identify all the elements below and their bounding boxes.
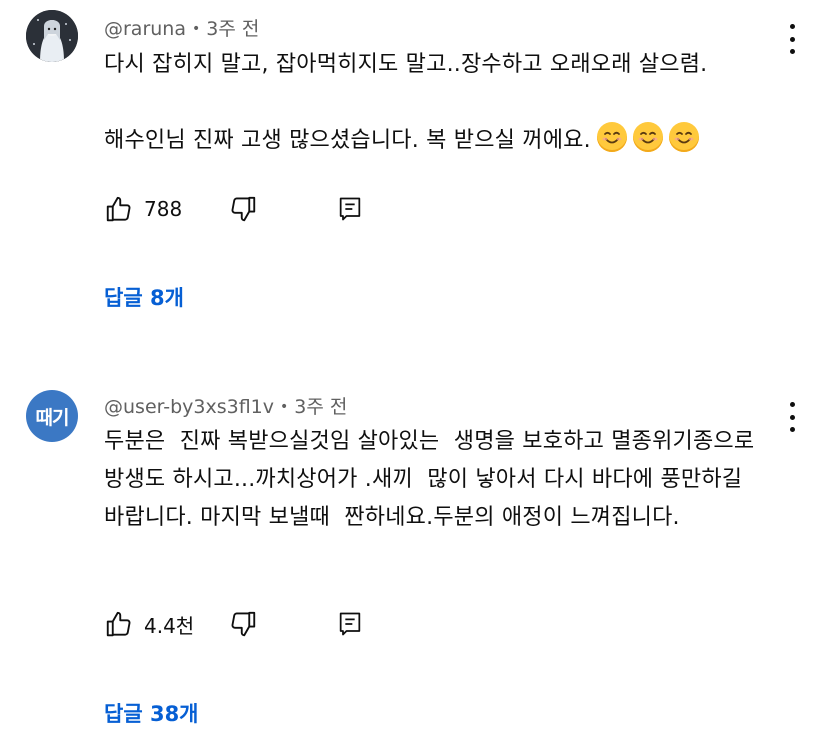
comment-time[interactable]: 3주 전 (206, 18, 259, 40)
username[interactable]: @raruna (104, 18, 186, 40)
reply-button[interactable] (336, 192, 364, 226)
smiling-face-icon (596, 122, 627, 152)
smiling-face-icon (668, 122, 699, 152)
view-replies-button[interactable]: 답글 8개 (104, 282, 184, 312)
more-options-icon[interactable] (788, 24, 796, 54)
comment-meta: @raruna • 3주 전 (104, 14, 259, 41)
comment-actions: 788 (104, 192, 404, 226)
separator-dot: • (192, 21, 201, 37)
comment-meta: @user-by3xs3fl1v • 3주 전 (104, 392, 347, 419)
comment-reply-icon (339, 197, 361, 221)
like-button[interactable]: 788 (104, 192, 182, 226)
thumbs-up-icon (106, 196, 131, 222)
user-avatar-icon (26, 10, 78, 62)
reply-button[interactable] (336, 607, 364, 641)
comment: @raruna • 3주 전 다시 잡히지 말고, 잡아먹히지도 말고..장수하고 … (0, 0, 840, 340)
user-avatar[interactable] (26, 10, 78, 62)
thumbs-down-icon (231, 611, 256, 637)
separator-dot: • (280, 399, 289, 415)
comment-reply-icon (339, 612, 361, 636)
dislike-button[interactable] (228, 607, 258, 641)
username[interactable]: @user-by3xs3fl1v (104, 396, 274, 418)
smiling-face-icon (632, 122, 663, 152)
more-options-icon[interactable] (788, 402, 796, 432)
like-count: 788 (144, 197, 183, 221)
comment-text: 두분은 진짜 복받으실것임 살아있는 생명을 보호하고 멸종위기종으로 방생도 … (104, 429, 762, 530)
like-button[interactable]: 4.4천 (104, 607, 194, 641)
comment: 때기 @user-by3xs3fl1v • 3주 전 두분은 진짜 복받으실것임 살… (0, 380, 840, 736)
thumbs-down-icon (231, 196, 256, 222)
like-count: 4.4천 (144, 613, 195, 638)
thumbs-up-icon (106, 611, 131, 637)
user-avatar[interactable]: 때기 (26, 390, 78, 442)
comment-actions: 4.4천 (104, 607, 404, 641)
comment-time[interactable]: 3주 전 (294, 396, 347, 418)
view-replies-button[interactable]: 답글 38개 (104, 698, 199, 728)
dislike-button[interactable] (228, 192, 258, 226)
comment-text: 다시 잡히지 말고, 잡아먹히지도 말고..장수하고 오래오래 살으렴. 해수인… (104, 46, 784, 160)
